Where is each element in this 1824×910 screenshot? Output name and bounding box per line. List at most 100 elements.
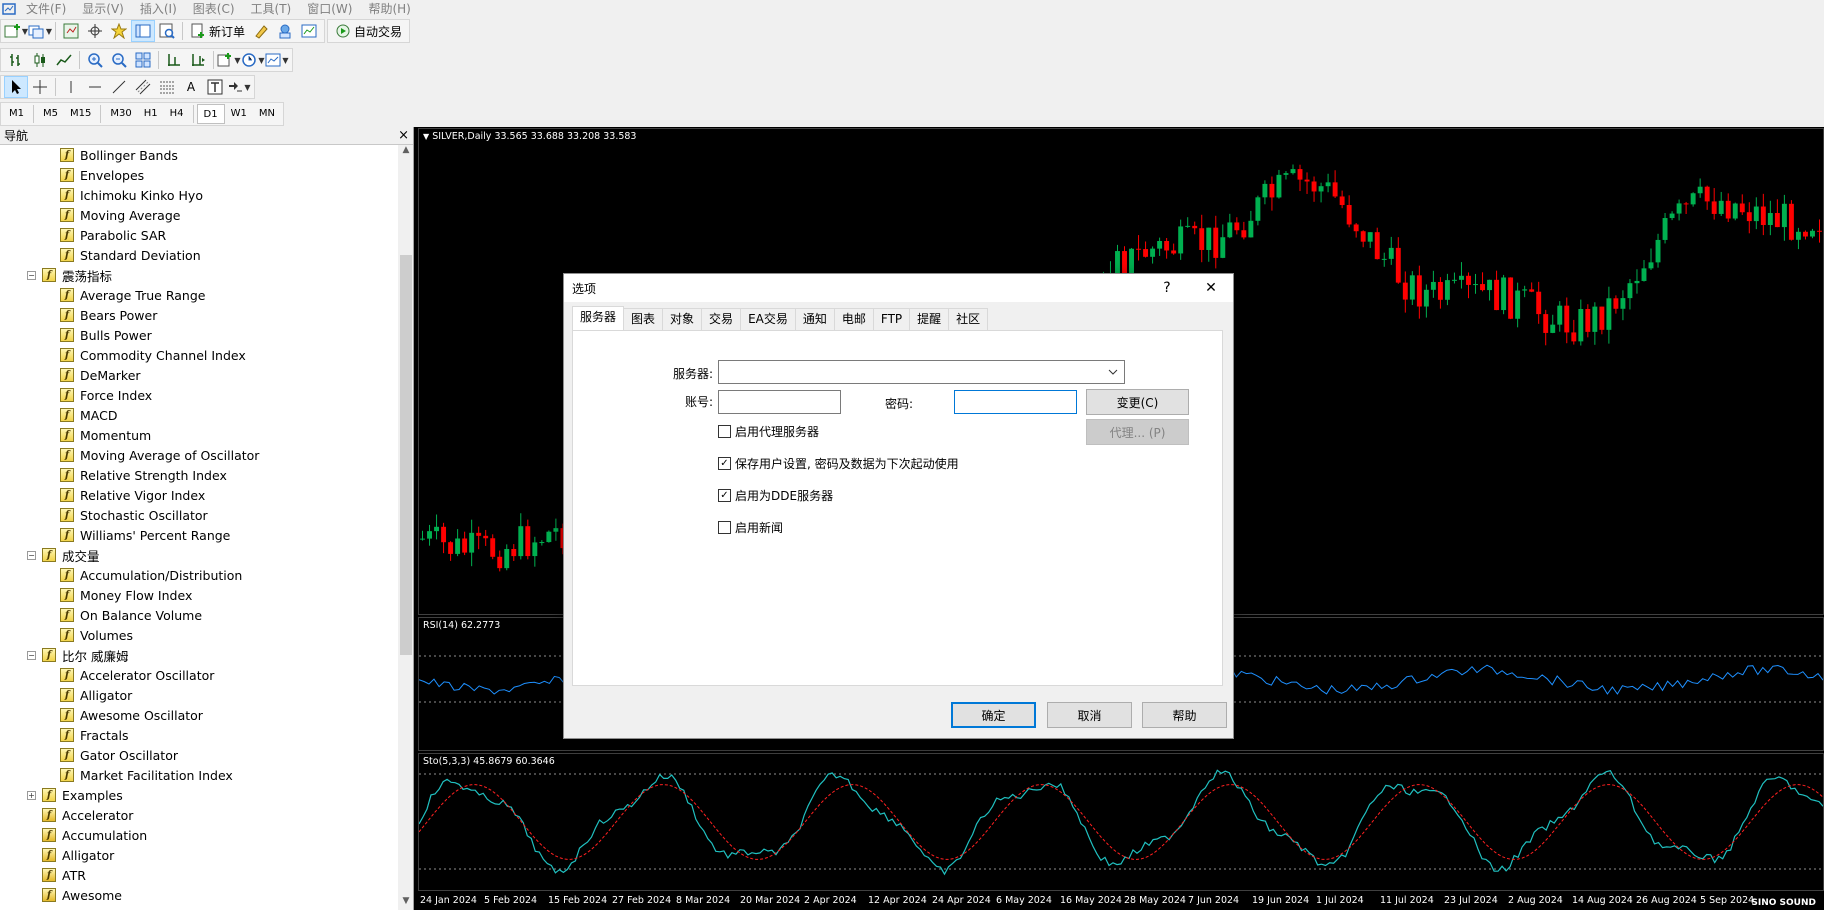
fibonacci-icon[interactable]: [155, 76, 179, 98]
menu-item[interactable]: 显示(V): [74, 0, 132, 18]
navigator-item[interactable]: f Relative Vigor Index: [0, 485, 398, 505]
tile-windows-icon[interactable]: [131, 49, 155, 71]
navigator-item[interactable]: f Commodity Channel Index: [0, 345, 398, 365]
navigator-item[interactable]: f MACD: [0, 405, 398, 425]
expand-icon[interactable]: +: [27, 790, 36, 800]
timeframe-button[interactable]: H4: [164, 104, 190, 124]
navigator-item[interactable]: − f 震荡指标: [0, 265, 398, 285]
dialog-tab[interactable]: 服务器: [572, 306, 625, 330]
navigator-item[interactable]: f Standard Deviation: [0, 245, 398, 265]
dialog-close-icon[interactable]: ✕: [1189, 274, 1233, 302]
navigator-item[interactable]: f ATR: [0, 865, 398, 885]
navigator-scrollbar[interactable]: ▲ ▼: [398, 145, 413, 910]
dialog-tab[interactable]: 电邮: [833, 308, 874, 330]
indicators-icon[interactable]: ▼: [217, 49, 241, 71]
crosshair-icon[interactable]: [28, 76, 52, 98]
timeframe-button[interactable]: W1: [225, 104, 253, 124]
menu-item[interactable]: 工具(T): [243, 0, 300, 18]
timeframe-button[interactable]: M30: [104, 104, 137, 124]
navigator-item[interactable]: f Stochastic Oscillator: [0, 505, 398, 525]
server-select[interactable]: [718, 360, 1125, 384]
scrollbar-thumb[interactable]: [400, 255, 412, 655]
navigator-item[interactable]: f Awesome: [0, 885, 398, 905]
timeframe-button[interactable]: M1: [3, 104, 30, 124]
arrows-icon[interactable]: ▼: [227, 76, 251, 98]
dialog-tab[interactable]: 社区: [948, 308, 989, 330]
navigator-item[interactable]: f Accelerator: [0, 805, 398, 825]
text-label-icon[interactable]: [203, 76, 227, 98]
strategy-tester-icon[interactable]: [155, 20, 179, 42]
history-center-icon[interactable]: [297, 20, 321, 42]
data-window-icon[interactable]: [83, 20, 107, 42]
navigator-close-icon[interactable]: ×: [398, 128, 409, 143]
zoom-out-icon[interactable]: [107, 49, 131, 71]
cancel-button[interactable]: 取消: [1047, 702, 1132, 728]
timeframe-button[interactable]: M5: [37, 104, 64, 124]
market-watch-icon[interactable]: [59, 20, 83, 42]
navigator-item[interactable]: f Gator Oscillator: [0, 745, 398, 765]
navigator-item[interactable]: f Alligator: [0, 685, 398, 705]
option-checkbox[interactable]: 启用代理服务器: [718, 423, 819, 440]
navigator-item[interactable]: f Moving Average: [0, 205, 398, 225]
scroll-down-icon[interactable]: ▼: [398, 896, 413, 910]
password-input[interactable]: [954, 390, 1077, 414]
menu-item[interactable]: 窗口(W): [299, 0, 360, 18]
navigator-item[interactable]: f DeMarker: [0, 365, 398, 385]
navigator-item[interactable]: f Bears Power: [0, 305, 398, 325]
navigator-item[interactable]: f Accelerator Oscillator: [0, 665, 398, 685]
new-chart-button[interactable]: ▼: [4, 20, 28, 42]
equidistant-channel-icon[interactable]: [131, 76, 155, 98]
navigator-item[interactable]: f Bulls Power: [0, 325, 398, 345]
navigator-item[interactable]: f Relative Strength Index: [0, 465, 398, 485]
navigator-item[interactable]: f Accumulation/Distribution: [0, 565, 398, 585]
navigator-item[interactable]: f Awesome Oscillator: [0, 705, 398, 725]
stochastic-pane[interactable]: Sto(5,3,3) 45.8679 60.3646: [418, 753, 1824, 891]
navigator-item[interactable]: f On Balance Volume: [0, 605, 398, 625]
navigator-item[interactable]: f Fractals: [0, 725, 398, 745]
templates-icon[interactable]: ▼: [265, 49, 289, 71]
checkbox-checked-icon[interactable]: ✓: [718, 489, 731, 502]
menu-item[interactable]: 文件(F): [18, 0, 74, 18]
collapse-icon[interactable]: −: [27, 550, 36, 560]
navigator-item[interactable]: f Moving Average of Oscillator: [0, 445, 398, 465]
navigator-item[interactable]: − f 成交量: [0, 545, 398, 565]
option-checkbox[interactable]: ✓ 保存用户设置, 密码及数据为下次起动使用: [718, 455, 959, 472]
line-chart-icon[interactable]: [52, 49, 76, 71]
navigator-icon[interactable]: [107, 20, 131, 42]
dialog-tab[interactable]: FTP: [872, 308, 911, 330]
menu-item[interactable]: 插入(I): [132, 0, 185, 18]
navigator-item[interactable]: f Momentum: [0, 425, 398, 445]
account-input[interactable]: [718, 390, 841, 414]
auto-scroll-icon[interactable]: [186, 49, 210, 71]
navigator-item[interactable]: f Average True Range: [0, 285, 398, 305]
dialog-tab[interactable]: 交易: [701, 308, 742, 330]
navigator-item[interactable]: f Alligator: [0, 845, 398, 865]
navigator-item[interactable]: f Force Index: [0, 385, 398, 405]
collapse-icon[interactable]: −: [27, 270, 36, 280]
checkbox-unchecked-icon[interactable]: [718, 425, 731, 438]
timeframe-button[interactable]: M15: [64, 104, 97, 124]
navigator-item[interactable]: + f Examples: [0, 785, 398, 805]
signals-icon[interactable]: [273, 20, 297, 42]
dialog-tab[interactable]: 提醒: [909, 308, 950, 330]
change-button[interactable]: 变更(C): [1086, 389, 1189, 415]
ok-button[interactable]: 确定: [951, 702, 1036, 728]
navigator-item[interactable]: f Envelopes: [0, 165, 398, 185]
periods-icon[interactable]: ▼: [241, 49, 265, 71]
navigator-item[interactable]: f Parabolic SAR: [0, 225, 398, 245]
new-order-button[interactable]: 新订单: [186, 20, 249, 42]
auto-trading-button[interactable]: 自动交易: [331, 20, 406, 42]
cursor-icon[interactable]: [4, 76, 28, 98]
candlestick-icon[interactable]: [28, 49, 52, 71]
metaeditor-icon[interactable]: [249, 20, 273, 42]
dialog-help-icon[interactable]: ?: [1145, 274, 1189, 302]
navigator-item[interactable]: f Market Facilitation Index: [0, 765, 398, 785]
checkbox-unchecked-icon[interactable]: [718, 521, 731, 534]
collapse-icon[interactable]: −: [27, 650, 36, 660]
proxy-button[interactable]: 代理... (P): [1086, 419, 1189, 445]
scroll-up-icon[interactable]: ▲: [398, 145, 413, 159]
option-checkbox[interactable]: 启用新闻: [718, 519, 783, 536]
navigator-item[interactable]: f Bollinger Bands: [0, 145, 398, 165]
vertical-line-icon[interactable]: [59, 76, 83, 98]
bar-chart-icon[interactable]: [4, 49, 28, 71]
